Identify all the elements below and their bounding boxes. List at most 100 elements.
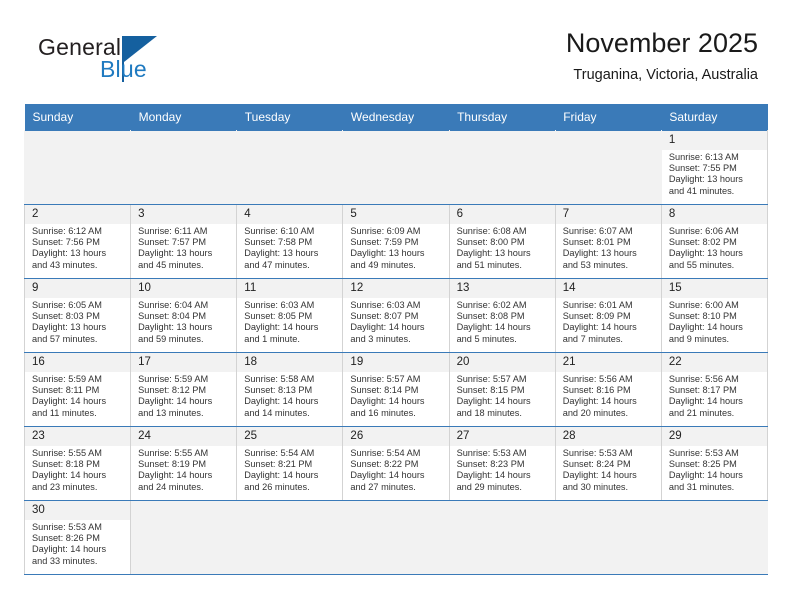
sunset-text: Sunset: 8:01 PM bbox=[562, 237, 631, 248]
sunset-text: Sunset: 8:02 PM bbox=[668, 237, 737, 248]
daylight-text-line2: and 45 minutes. bbox=[138, 259, 204, 270]
calendar-day-cell[interactable]: 21 Sunrise: 5:56 AM Sunset: 8:16 PM Dayligh… bbox=[554, 352, 662, 427]
day-number: 3 bbox=[131, 205, 237, 224]
calendar-day-cell[interactable]: 5 Sunrise: 6:09 AM Sunset: 7:59 PM Daylight… bbox=[342, 204, 450, 279]
daylight-text-line2: and 29 minutes. bbox=[456, 481, 522, 492]
calendar-day-cell[interactable]: 26 Sunrise: 5:54 AM Sunset: 8:22 PM Dayligh… bbox=[342, 426, 450, 501]
daylight-text-line1: Daylight: 14 hours bbox=[562, 396, 637, 407]
day-number: 7 bbox=[555, 205, 661, 224]
sunset-text: Sunset: 8:05 PM bbox=[244, 311, 313, 322]
weekday-header-tuesday: Tuesday bbox=[236, 104, 343, 131]
calendar-day-cell[interactable]: 19 Sunrise: 5:57 AM Sunset: 8:14 PM Dayligh… bbox=[342, 352, 450, 427]
calendar-cell-empty bbox=[448, 130, 556, 205]
general-blue-logo[interactable]: General Blue bbox=[38, 34, 258, 94]
calendar-day-cell[interactable]: 6 Sunrise: 6:08 AM Sunset: 8:00 PM Daylight… bbox=[448, 204, 556, 279]
calendar-day-cell[interactable]: 14 Sunrise: 6:01 AM Sunset: 8:09 PM Dayligh… bbox=[554, 278, 662, 353]
day-number: 23 bbox=[25, 427, 131, 446]
calendar-day-cell[interactable]: 8 Sunrise: 6:06 AM Sunset: 8:02 PM Daylight… bbox=[660, 204, 769, 279]
calendar-day-cell[interactable]: 1 Sunrise: 6:13 AM Sunset: 7:55 PM Daylight… bbox=[660, 130, 769, 205]
calendar-day-cell[interactable]: 20 Sunrise: 5:57 AM Sunset: 8:15 PM Dayligh… bbox=[448, 352, 556, 427]
calendar-day-cell[interactable]: 3 Sunrise: 6:11 AM Sunset: 7:57 PM Daylight… bbox=[130, 204, 238, 279]
day-number: 1 bbox=[661, 131, 767, 150]
day-number: 10 bbox=[131, 279, 237, 298]
day-sun-info: Sunrise: 6:08 AM Sunset: 8:00 PM Daylight:… bbox=[450, 224, 555, 271]
daylight-text-line1: Daylight: 14 hours bbox=[668, 470, 743, 481]
sunrise-text: Sunrise: 6:05 AM bbox=[32, 300, 102, 310]
calendar-cell-empty bbox=[342, 500, 450, 575]
sunrise-text: Sunrise: 6:12 AM bbox=[32, 226, 102, 236]
day-sun-info: Sunrise: 5:58 AM Sunset: 8:13 PM Daylight:… bbox=[237, 372, 342, 419]
calendar-day-cell[interactable]: 18 Sunrise: 5:58 AM Sunset: 8:13 PM Dayligh… bbox=[236, 352, 344, 427]
day-number: 19 bbox=[343, 353, 449, 372]
calendar-cell-empty bbox=[236, 130, 344, 205]
sunset-text: Sunset: 8:12 PM bbox=[138, 385, 207, 396]
daylight-text-line1: Daylight: 14 hours bbox=[562, 322, 637, 333]
sunset-text: Sunset: 8:14 PM bbox=[350, 385, 419, 396]
sunrise-text: Sunrise: 5:56 AM bbox=[562, 374, 633, 384]
daylight-text-line2: and 7 minutes. bbox=[562, 333, 623, 344]
sunrise-text: Sunrise: 6:03 AM bbox=[244, 300, 315, 310]
day-sun-info: Sunrise: 6:02 AM Sunset: 8:08 PM Daylight:… bbox=[450, 298, 555, 345]
calendar-day-cell[interactable]: 23 Sunrise: 5:55 AM Sunset: 8:18 PM Dayligh… bbox=[23, 426, 132, 501]
daylight-text-line1: Daylight: 14 hours bbox=[138, 396, 213, 407]
daylight-text-line2: and 18 minutes. bbox=[456, 407, 522, 418]
day-sun-info: Sunrise: 6:00 AM Sunset: 8:10 PM Daylight:… bbox=[662, 298, 767, 345]
day-sun-info: Sunrise: 5:59 AM Sunset: 8:11 PM Daylight:… bbox=[25, 372, 130, 419]
daylight-text-line2: and 20 minutes. bbox=[562, 407, 629, 418]
calendar-day-cell[interactable]: 27 Sunrise: 5:53 AM Sunset: 8:23 PM Dayligh… bbox=[448, 426, 556, 501]
calendar-week-row: 2 Sunrise: 6:12 AM Sunset: 7:56 PM Daylight… bbox=[23, 204, 769, 279]
day-sun-info: Sunrise: 6:03 AM Sunset: 8:07 PM Daylight:… bbox=[343, 298, 448, 345]
calendar-day-cell[interactable]: 16 Sunrise: 5:59 AM Sunset: 8:11 PM Dayligh… bbox=[23, 352, 132, 427]
daylight-text-line2: and 24 minutes. bbox=[138, 481, 204, 492]
day-number: 18 bbox=[237, 353, 343, 372]
daylight-text-line2: and 23 minutes. bbox=[32, 481, 98, 492]
weekday-header-monday: Monday bbox=[130, 104, 237, 131]
weekday-header-friday: Friday bbox=[555, 104, 662, 131]
sunset-text: Sunset: 8:15 PM bbox=[456, 385, 525, 396]
calendar-day-cell[interactable]: 25 Sunrise: 5:54 AM Sunset: 8:21 PM Dayligh… bbox=[236, 426, 344, 501]
calendar-day-cell[interactable]: 15 Sunrise: 6:00 AM Sunset: 8:10 PM Dayligh… bbox=[660, 278, 769, 353]
calendar-day-cell[interactable]: 22 Sunrise: 5:56 AM Sunset: 8:17 PM Dayligh… bbox=[660, 352, 769, 427]
calendar-day-cell[interactable]: 9 Sunrise: 6:05 AM Sunset: 8:03 PM Daylight… bbox=[23, 278, 132, 353]
sunrise-text: Sunrise: 5:54 AM bbox=[244, 448, 315, 458]
day-number: 24 bbox=[131, 427, 237, 446]
day-number: 4 bbox=[237, 205, 343, 224]
calendar-day-cell[interactable]: 11 Sunrise: 6:03 AM Sunset: 8:05 PM Dayligh… bbox=[236, 278, 344, 353]
daylight-text-line1: Daylight: 14 hours bbox=[350, 470, 425, 481]
sunrise-text: Sunrise: 5:53 AM bbox=[668, 448, 739, 458]
calendar-week-row: 30 Sunrise: 5:53 AM Sunset: 8:26 PM Dayligh… bbox=[23, 500, 769, 575]
day-number: 9 bbox=[25, 279, 131, 298]
day-number: 2 bbox=[25, 205, 131, 224]
daylight-text-line1: Daylight: 14 hours bbox=[668, 322, 743, 333]
calendar-day-cell[interactable]: 7 Sunrise: 6:07 AM Sunset: 8:01 PM Daylight… bbox=[554, 204, 662, 279]
calendar-day-cell[interactable]: 30 Sunrise: 5:53 AM Sunset: 8:26 PM Dayligh… bbox=[23, 500, 132, 575]
daylight-text-line2: and 30 minutes. bbox=[562, 481, 629, 492]
calendar-cell-empty bbox=[660, 500, 769, 575]
daylight-text-line1: Daylight: 14 hours bbox=[456, 322, 531, 333]
weekday-header-sunday: Sunday bbox=[24, 104, 131, 131]
calendar-day-cell[interactable]: 28 Sunrise: 5:53 AM Sunset: 8:24 PM Dayligh… bbox=[554, 426, 662, 501]
day-sun-info: Sunrise: 5:57 AM Sunset: 8:15 PM Daylight:… bbox=[450, 372, 555, 419]
calendar-day-cell[interactable]: 12 Sunrise: 6:03 AM Sunset: 8:07 PM Dayligh… bbox=[342, 278, 450, 353]
daylight-text-line2: and 49 minutes. bbox=[350, 259, 416, 270]
calendar-day-cell[interactable]: 29 Sunrise: 5:53 AM Sunset: 8:25 PM Dayligh… bbox=[660, 426, 769, 501]
daylight-text-line1: Daylight: 13 hours bbox=[244, 248, 319, 259]
calendar-day-cell[interactable]: 10 Sunrise: 6:04 AM Sunset: 8:04 PM Dayligh… bbox=[130, 278, 238, 353]
page-subtitle: Truganina, Victoria, Australia bbox=[573, 67, 758, 83]
calendar-day-cell[interactable]: 17 Sunrise: 5:59 AM Sunset: 8:12 PM Dayligh… bbox=[130, 352, 238, 427]
calendar-day-cell[interactable]: 13 Sunrise: 6:02 AM Sunset: 8:08 PM Dayligh… bbox=[448, 278, 556, 353]
day-sun-info: Sunrise: 6:10 AM Sunset: 7:58 PM Daylight:… bbox=[237, 224, 342, 271]
weekday-header-thursday: Thursday bbox=[449, 104, 556, 131]
calendar-day-cell[interactable]: 24 Sunrise: 5:55 AM Sunset: 8:19 PM Dayligh… bbox=[130, 426, 238, 501]
daylight-text-line1: Daylight: 13 hours bbox=[138, 322, 213, 333]
day-number: 25 bbox=[237, 427, 343, 446]
page-title: November 2025 bbox=[565, 28, 758, 58]
day-number: 12 bbox=[343, 279, 449, 298]
daylight-text-line1: Daylight: 14 hours bbox=[350, 396, 425, 407]
sunset-text: Sunset: 8:11 PM bbox=[32, 385, 100, 396]
daylight-text-line2: and 26 minutes. bbox=[244, 481, 310, 492]
calendar-day-cell[interactable]: 4 Sunrise: 6:10 AM Sunset: 7:58 PM Daylight… bbox=[236, 204, 344, 279]
calendar-day-cell[interactable]: 2 Sunrise: 6:12 AM Sunset: 7:56 PM Daylight… bbox=[23, 204, 132, 279]
sunset-text: Sunset: 8:23 PM bbox=[456, 459, 525, 470]
sunrise-text: Sunrise: 6:07 AM bbox=[562, 226, 633, 236]
